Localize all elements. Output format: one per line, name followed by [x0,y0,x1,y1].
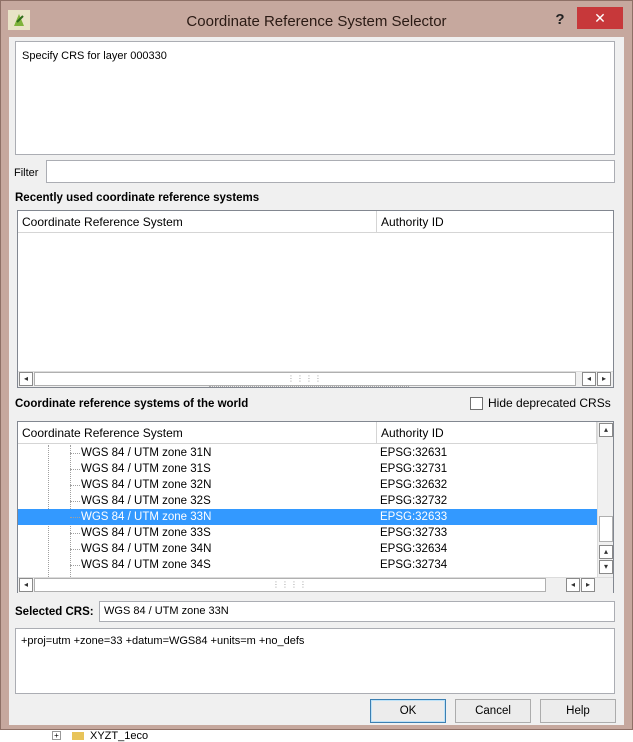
authority-id: EPSG:32734 [380,559,448,571]
cancel-button[interactable]: Cancel [455,699,531,723]
world-header-crs[interactable]: Coordinate Reference System [18,422,377,444]
world-heading: Coordinate reference systems of the worl… [15,398,249,410]
world-header: Coordinate Reference System Authority ID [18,422,597,444]
authority-id: EPSG:32732 [380,495,448,507]
description-text: Specify CRS for layer 000330 [22,50,167,62]
scroll-down-icon[interactable]: ▾ [599,560,613,574]
table-row[interactable]: WGS 84 / UTM zone 33N EPSG:32633 [18,509,597,525]
recent-crs-list[interactable]: Coordinate Reference System Authority ID… [17,210,614,388]
scroll-right-icon[interactable]: ▸ [597,372,611,386]
world-header-authority[interactable]: Authority ID [377,422,597,444]
authority-id: EPSG:32731 [380,463,448,475]
help-button[interactable]: Help [540,699,616,723]
crs-name: WGS 84 / UTM zone 31S [81,463,211,475]
table-row[interactable]: WGS 84 / UTM zone 31S EPSG:32731 [18,461,597,477]
hide-deprecated-label[interactable]: Hide deprecated CRSs [488,396,611,410]
world-rows: WGS 84 / UTM zone 31N EPSG:32631 WGS 84 / … [18,445,597,577]
proj-definition-box: +proj=utm +zone=33 +datum=WGS84 +units=m… [15,628,615,694]
selected-crs-label: Selected CRS: [15,606,94,618]
scroll-left-icon[interactable]: ◂ [19,578,33,592]
scroll-thumb[interactable]: ⋮⋮⋮⋮ [34,372,576,386]
crs-name: WGS 84 / UTM zone 31N [81,447,212,459]
tree-branch-line [70,501,80,502]
description-box: Specify CRS for layer 000330 [15,41,615,155]
crs-name: WGS 84 / UTM zone 34S [81,559,211,571]
background-layer-panel: + XYZT_1eco [0,730,633,742]
table-row[interactable]: WGS 84 / UTM zone 31N EPSG:32631 [18,445,597,461]
scroll-thumb[interactable]: ⋮⋮⋮⋮ [34,578,546,592]
background-layer-label[interactable]: XYZT_1eco [90,730,148,742]
table-row[interactable]: WGS 84 / UTM zone 34S EPSG:32734 [18,557,597,573]
world-vertical-scrollbar[interactable]: ▴ ▴ ▾ [597,422,613,577]
authority-id: EPSG:32634 [380,543,448,555]
recent-header-crs[interactable]: Coordinate Reference System [18,211,377,233]
tree-branch-line [70,469,80,470]
proj-string: +proj=utm +zone=33 +datum=WGS84 +units=m… [21,635,305,647]
recent-header-authority[interactable]: Authority ID [377,211,613,233]
title-bar[interactable]: Coordinate Reference System Selector ? ✕ [1,1,632,37]
filter-input[interactable] [46,160,615,183]
crs-name: WGS 84 / UTM zone 33S [81,527,211,539]
table-row[interactable]: WGS 84 / UTM zone 32N EPSG:32632 [18,477,597,493]
scroll-thumb[interactable] [599,516,613,542]
selected-crs-field[interactable]: WGS 84 / UTM zone 33N [99,601,615,622]
table-row[interactable]: WGS 84 / UTM zone 32S EPSG:32732 [18,493,597,509]
authority-id: EPSG:32633 [380,511,448,523]
scroll-left-icon[interactable]: ◂ [582,372,596,386]
scroll-left-icon[interactable]: ◂ [19,372,33,386]
folder-icon [72,732,84,740]
tree-branch-line [70,485,80,486]
world-crs-list[interactable]: Coordinate Reference System Authority ID… [17,421,614,593]
crs-name: WGS 84 / UTM zone 32N [81,479,212,491]
scroll-up-icon[interactable]: ▴ [599,423,613,437]
dialog-body: Specify CRS for layer 000330 Filter Rece… [9,37,624,725]
tree-branch-line [70,453,80,454]
table-row[interactable]: WGS 84 / UTM zone 33S EPSG:32733 [18,525,597,541]
tree-branch-line [70,565,80,566]
window-title: Coordinate Reference System Selector [186,13,447,30]
close-button[interactable]: ✕ [577,7,623,29]
crs-name: WGS 84 / UTM zone 34N [81,543,212,555]
filter-label: Filter [14,167,39,179]
authority-id: EPSG:32733 [380,527,448,539]
ok-button[interactable]: OK [370,699,446,723]
tree-branch-line [70,533,80,534]
scroll-right-icon[interactable]: ▸ [581,578,595,592]
tree-branch-line [70,517,80,518]
tree-branch-line [70,549,80,550]
hide-deprecated-checkbox[interactable] [470,397,483,410]
world-horizontal-scrollbar[interactable]: ◂ ⋮⋮⋮⋮ ◂ ▸ [18,577,613,593]
dialog-window: Coordinate Reference System Selector ? ✕… [0,0,633,730]
expand-icon[interactable]: + [52,731,61,740]
recent-header: Coordinate Reference System Authority ID [18,211,613,233]
scroll-up-icon[interactable]: ▴ [599,545,613,559]
recent-horizontal-scrollbar[interactable]: ◂ ⋮⋮⋮⋮ ◂ ▸ [18,371,613,387]
crs-name: WGS 84 / UTM zone 32S [81,495,211,507]
title-help-button[interactable]: ? [549,9,571,31]
table-row[interactable]: WGS 84 / UTM zone 34N EPSG:32634 [18,541,597,557]
authority-id: EPSG:32631 [380,447,448,459]
authority-id: EPSG:32632 [380,479,448,491]
recent-heading: Recently used coordinate reference syste… [15,192,260,204]
crs-name: WGS 84 / UTM zone 33N [81,511,212,523]
scroll-left-icon[interactable]: ◂ [566,578,580,592]
splitter-handle[interactable] [209,386,409,390]
